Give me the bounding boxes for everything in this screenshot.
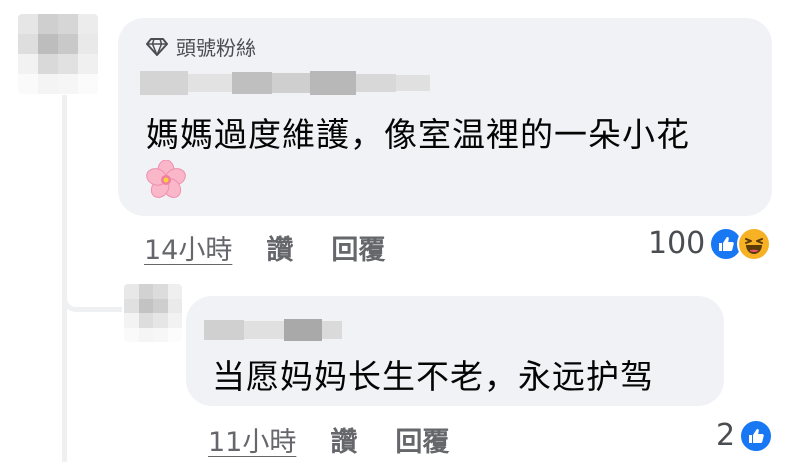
timestamp-link[interactable]: 14小時 [144, 228, 232, 267]
diamond-icon [146, 37, 168, 57]
badge-label: 頭號粉絲 [176, 36, 256, 60]
reaction-summary[interactable]: 2 [716, 418, 774, 453]
commenter-name[interactable] [140, 70, 430, 96]
comment-text: 媽媽過度維護，像室温裡的一朵小花 [146, 115, 690, 154]
like-icon [739, 418, 774, 453]
reply-bubble: 当愿妈妈长生不老，永远护驾 [186, 296, 724, 406]
comment-bubble: 頭號粉絲 媽媽過度維護，像室温裡的一朵小花 [118, 18, 772, 216]
like-button[interactable]: 讚 [330, 420, 357, 459]
avatar[interactable] [124, 284, 182, 342]
cherry-blossom-icon [146, 159, 186, 204]
haha-icon [737, 226, 772, 261]
reply-actions: 11小時 讚 回覆 [208, 420, 449, 459]
thread-line [62, 95, 67, 462]
like-button[interactable]: 讚 [266, 228, 293, 267]
reaction-count: 2 [716, 418, 736, 453]
commenter-name[interactable] [204, 318, 342, 342]
reply-button[interactable]: 回覆 [331, 228, 385, 267]
reply-button[interactable]: 回覆 [395, 420, 449, 459]
timestamp-link[interactable]: 11小時 [208, 420, 296, 459]
reply-text: 当愿妈妈长生不老，永远护驾 [212, 357, 654, 396]
top-fan-badge: 頭號粉絲 [146, 32, 256, 61]
avatar[interactable] [18, 14, 98, 94]
reaction-summary[interactable]: 100 [648, 226, 772, 261]
reaction-count: 100 [648, 226, 706, 261]
reply-connector [62, 296, 122, 312]
comment-actions: 14小時 讚 回覆 [144, 228, 385, 267]
